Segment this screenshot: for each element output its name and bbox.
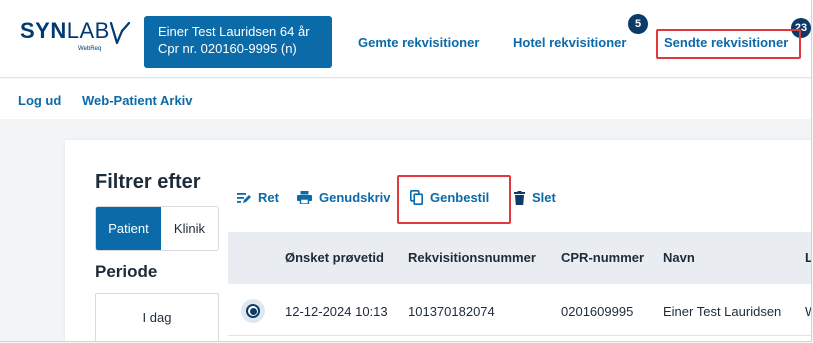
delete-label: Slet — [532, 190, 556, 205]
logo-subtitle: WebReq — [78, 46, 102, 52]
sent-highlight-frame — [656, 29, 801, 59]
reprint-button[interactable]: Genudskriv — [297, 190, 397, 205]
reorder-highlight-frame — [397, 175, 511, 224]
top-header: SYNLAB WebReq Einer Test Lauridsen 64 år… — [0, 0, 811, 78]
column-header-name[interactable]: Navn — [663, 250, 695, 265]
web-patient-archive-link[interactable]: Web-Patient Arkiv — [82, 93, 193, 108]
app-window: SYNLAB WebReq Einer Test Lauridsen 64 år… — [0, 0, 812, 342]
filter-tab-patient[interactable]: Patient — [96, 207, 161, 250]
cell-desired-time: 12-12-2024 10:13 — [285, 304, 388, 319]
logo-light-text: LAB — [66, 18, 110, 43]
patient-info-box[interactable]: Einer Test Lauridsen 64 år Cpr nr. 02016… — [144, 16, 332, 68]
patient-name-age: Einer Test Lauridsen 64 år — [158, 24, 310, 39]
cell-cpr: 0201609995 — [561, 304, 634, 319]
period-today-option[interactable]: I dag — [96, 294, 218, 341]
column-header-l[interactable]: L — [805, 250, 811, 265]
nav-saved-requisitions[interactable]: Gemte rekvisitioner — [358, 35, 479, 50]
column-header-requisition-number[interactable]: Rekvisitionsnummer — [408, 250, 536, 265]
filter-title: Filtrer efter — [95, 171, 201, 193]
cell-l: W — [805, 304, 811, 319]
nav-hotel-requisitions[interactable]: Hotel rekvisitioner — [513, 35, 626, 50]
table-header: Ønsket prøvetid Rekvisitionsnummer CPR-n… — [228, 232, 811, 284]
cell-requisition-number: 101370182074 — [408, 304, 495, 319]
edit-lines-icon — [237, 192, 251, 203]
period-title: Periode — [95, 262, 158, 281]
trash-icon — [514, 190, 525, 205]
edit-button[interactable]: Ret — [237, 190, 279, 205]
printer-icon — [297, 191, 312, 204]
hotel-count-badge: 5 — [628, 14, 648, 34]
synlab-logo: SYNLAB WebReq — [20, 16, 131, 60]
radio-selected-dot — [249, 307, 257, 315]
row-select-radio[interactable] — [241, 299, 265, 323]
edit-label: Ret — [258, 190, 279, 205]
cell-name: Einer Test Lauridsen — [663, 304, 782, 319]
patient-cpr: Cpr nr. 020160-9995 (n) — [158, 41, 297, 56]
column-header-desired-time[interactable]: Ønsket prøvetid — [285, 250, 384, 265]
table-row[interactable]: 12-12-2024 10:13 101370182074 0201609995… — [228, 284, 811, 336]
logo-bold-text: SYN — [20, 18, 67, 43]
period-options: I dag — [95, 293, 219, 341]
logout-link[interactable]: Log ud — [18, 93, 61, 108]
reprint-label: Genudskriv — [319, 190, 391, 205]
sub-navigation: Log ud Web-Patient Arkiv — [0, 79, 811, 119]
delete-button[interactable]: Slet — [514, 190, 556, 205]
filter-segmented-control: Patient Klinik — [95, 206, 219, 251]
logo-mark-icon — [109, 21, 131, 45]
column-header-cpr[interactable]: CPR-nummer — [561, 250, 644, 265]
filter-tab-klinik[interactable]: Klinik — [161, 207, 218, 250]
